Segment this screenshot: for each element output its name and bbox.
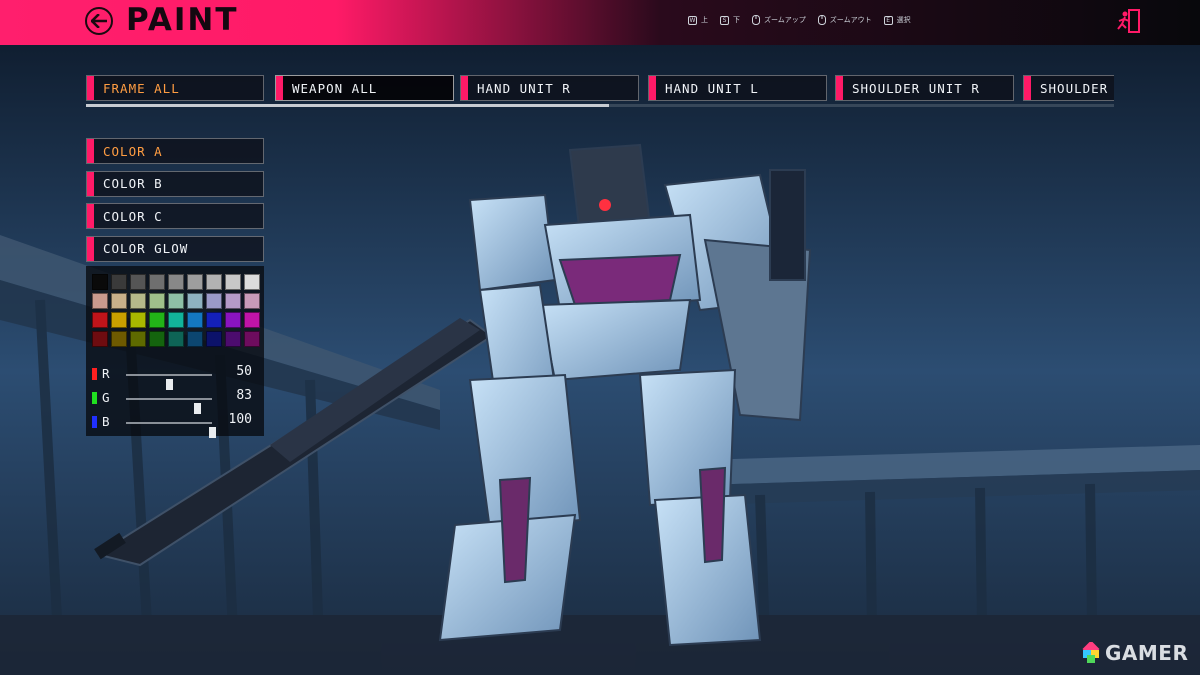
color-swatch[interactable]: [244, 274, 260, 290]
color-swatch[interactable]: [206, 331, 222, 347]
color-swatch[interactable]: [187, 312, 203, 328]
color-swatch[interactable]: [130, 312, 146, 328]
channel-color-mark: [92, 368, 97, 380]
channel-label: R: [102, 366, 110, 381]
slider-b[interactable]: B 100: [92, 412, 258, 438]
exit-door-icon[interactable]: [1116, 8, 1142, 34]
tab-hand-unit-l[interactable]: HAND UNIT L: [648, 75, 827, 101]
color-swatch[interactable]: [168, 312, 184, 328]
color-palette: [92, 274, 260, 347]
hint-label: 上: [701, 16, 708, 24]
color-swatch[interactable]: [225, 312, 241, 328]
key-w-icon: W: [688, 15, 697, 25]
gamer-logo-icon: [1082, 642, 1100, 663]
slider-knob[interactable]: [209, 427, 216, 438]
hint-up: W 上: [688, 15, 708, 25]
color-swatch[interactable]: [168, 331, 184, 347]
color-picker-panel: R 50 G 83 B 100: [86, 266, 264, 438]
key-e-icon: E: [883, 15, 893, 25]
tab-scrollbar-thumb[interactable]: [86, 104, 609, 107]
control-hints: W 上 S 下 ズームアップ ズームアウト E 選択: [688, 15, 911, 25]
color-swatch[interactable]: [206, 312, 222, 328]
color-swatch[interactable]: [187, 293, 203, 309]
back-button[interactable]: [85, 7, 113, 35]
channel-color-mark: [92, 392, 97, 404]
color-swatch[interactable]: [92, 312, 108, 328]
hint-label: ズームアップ: [764, 16, 806, 24]
color-swatch[interactable]: [149, 274, 165, 290]
tab-shoulder-unit-r[interactable]: SHOULDER UNIT R: [835, 75, 1014, 101]
hint-label: 選択: [896, 16, 911, 24]
slider-g[interactable]: G 83: [92, 388, 258, 414]
color-swatch[interactable]: [206, 274, 222, 290]
hint-zoom-in: ズームアップ: [752, 15, 806, 25]
color-swatch[interactable]: [187, 331, 203, 347]
color-slot-a[interactable]: COLOR A: [86, 138, 264, 164]
hint-select: E 選択: [883, 15, 911, 25]
color-swatch[interactable]: [206, 293, 222, 309]
color-swatch[interactable]: [130, 331, 146, 347]
color-swatch[interactable]: [225, 293, 241, 309]
tab-scrollbar[interactable]: [86, 104, 1114, 107]
color-slot-c[interactable]: COLOR C: [86, 203, 264, 229]
color-swatch[interactable]: [168, 293, 184, 309]
tab-weapon-all[interactable]: WEAPON ALL: [275, 75, 454, 101]
color-swatch[interactable]: [168, 274, 184, 290]
color-swatch[interactable]: [244, 293, 260, 309]
color-swatch[interactable]: [92, 293, 108, 309]
color-swatch[interactable]: [244, 331, 260, 347]
color-slot-glow[interactable]: COLOR GLOW: [86, 235, 264, 262]
color-slot-b[interactable]: COLOR B: [86, 170, 264, 197]
page-title: PAINT: [126, 2, 239, 38]
color-swatch[interactable]: [225, 331, 241, 347]
watermark-text: GAMER: [1105, 641, 1189, 665]
color-swatch[interactable]: [111, 331, 127, 347]
slider-track[interactable]: [126, 422, 216, 438]
color-swatch[interactable]: [149, 331, 165, 347]
hint-down: S 下: [720, 15, 740, 25]
mouse-icon: [817, 15, 826, 25]
part-tabs: FRAME ALL WEAPON ALL HAND UNIT R HAND UN…: [86, 75, 1114, 103]
color-swatch[interactable]: [130, 274, 146, 290]
tab-hand-unit-r[interactable]: HAND UNIT R: [460, 75, 639, 101]
color-slot-list: COLOR A COLOR B COLOR C COLOR GLOW: [86, 138, 264, 268]
channel-label: B: [102, 414, 110, 429]
color-swatch[interactable]: [92, 274, 108, 290]
color-swatch[interactable]: [92, 331, 108, 347]
color-swatch[interactable]: [149, 293, 165, 309]
slider-track[interactable]: [126, 398, 212, 414]
channel-color-mark: [92, 416, 97, 428]
mouse-icon: [752, 15, 760, 25]
tab-frame-all[interactable]: FRAME ALL: [86, 75, 264, 101]
slider-r[interactable]: R 50: [92, 364, 258, 390]
hint-label: 下: [733, 16, 740, 24]
color-swatch[interactable]: [149, 312, 165, 328]
hint-label: ズームアウト: [829, 16, 872, 24]
watermark: GAMER: [1080, 641, 1188, 665]
color-swatch[interactable]: [111, 293, 127, 309]
color-swatch[interactable]: [244, 312, 260, 328]
channel-value: 83: [236, 388, 252, 403]
channel-value: 50: [236, 364, 252, 379]
color-swatch[interactable]: [111, 312, 127, 328]
color-swatch[interactable]: [225, 274, 241, 290]
slider-track[interactable]: [126, 374, 212, 390]
key-s-icon: S: [720, 15, 729, 25]
tab-shoulder[interactable]: SHOULDER: [1023, 75, 1114, 101]
arrow-left-icon: [91, 14, 107, 28]
hint-zoom-out: ズームアウト: [817, 15, 872, 25]
color-swatch[interactable]: [111, 274, 127, 290]
color-swatch[interactable]: [187, 274, 203, 290]
channel-label: G: [102, 390, 110, 405]
top-bar: PAINT W 上 S 下 ズームアップ ズームアウト E 選択: [0, 0, 1200, 45]
channel-value: 100: [228, 412, 252, 427]
color-swatch[interactable]: [130, 293, 146, 309]
